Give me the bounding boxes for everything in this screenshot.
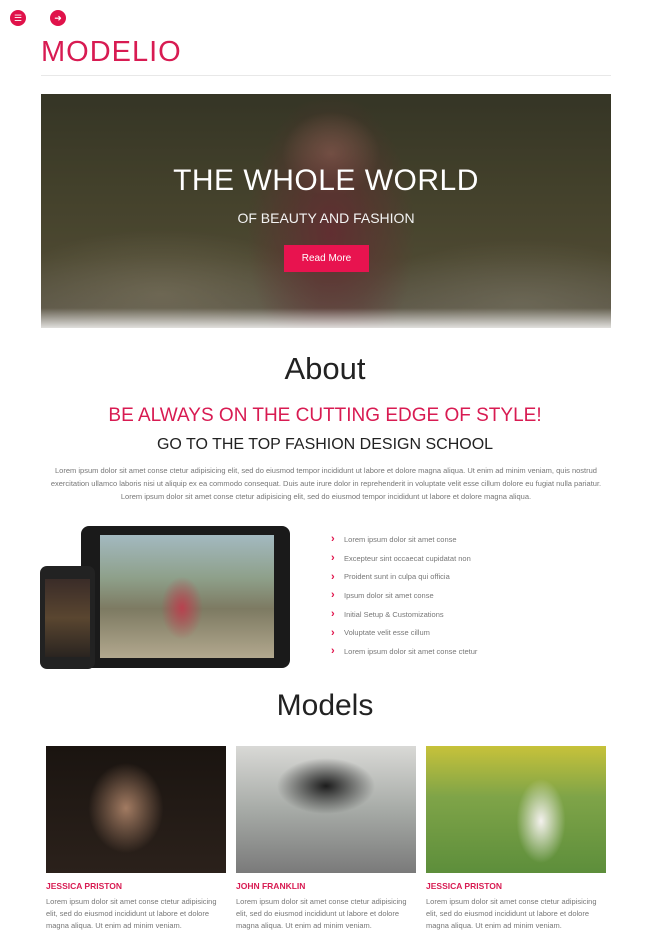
read-more-button[interactable]: Read More <box>284 245 369 272</box>
chevron-right-icon: › <box>331 626 335 639</box>
feature-item: › Ipsum dolor sit amet conse <box>331 589 434 602</box>
model-card[interactable]: JESSICA PRISTON Lorem ipsum dolor sit am… <box>426 746 606 932</box>
feature-item: › Voluptate velit esse cillum <box>331 626 430 639</box>
feature-item: › Proident sunt in culpa qui officia <box>331 570 450 583</box>
header-divider <box>41 75 611 76</box>
model-photo[interactable] <box>426 746 606 873</box>
model-name[interactable]: JOHN FRANKLIN <box>236 881 416 891</box>
model-card[interactable]: JESSICA PRISTON Lorem ipsum dolor sit am… <box>46 746 226 932</box>
about-tagline: BE ALWAYS ON THE CUTTING EDGE OF STYLE! <box>108 405 542 426</box>
feature-item: › Lorem ipsum dolor sit amet conse <box>331 533 457 546</box>
feature-list: › Lorem ipsum dolor sit amet conse › Excep… <box>331 530 477 661</box>
model-description: Lorem ipsum dolor sit amet conse ctetur … <box>46 897 217 930</box>
site-logo[interactable]: MODELIO <box>41 36 182 69</box>
chevron-right-icon: › <box>331 552 335 565</box>
model-name[interactable]: JESSICA PRISTON <box>426 881 606 891</box>
chevron-right-icon: › <box>331 645 335 658</box>
models-heading: Models <box>276 689 374 722</box>
hero-banner: THE WHOLE WORLD OF BEAUTY AND FASHION Re… <box>41 94 611 328</box>
chevron-right-icon: › <box>331 533 335 546</box>
feature-item: › Initial Setup & Customizations <box>331 608 444 621</box>
about-heading: About <box>284 351 366 386</box>
phone-image <box>40 566 95 669</box>
chevron-right-icon: › <box>331 589 335 602</box>
model-description: Lorem ipsum dolor sit amet conse ctetur … <box>236 897 407 930</box>
feature-item: › Lorem ipsum dolor sit amet conse ctetur <box>331 645 478 658</box>
devices-image <box>40 526 296 672</box>
hero-bottom-fade <box>41 308 611 328</box>
chevron-right-icon: › <box>331 570 335 583</box>
hamburger-icon[interactable]: ☰ <box>10 10 26 26</box>
about-paragraph: Lorem ipsum dolor sit amet conse ctetur … <box>50 466 602 501</box>
hero-title: THE WHOLE WORLD <box>173 164 479 197</box>
model-description: Lorem ipsum dolor sit amet conse ctetur … <box>426 897 597 930</box>
model-name[interactable]: JESSICA PRISTON <box>46 881 226 891</box>
arrow-right-icon[interactable]: ➜ <box>50 10 66 26</box>
about-subheading: GO TO THE TOP FASHION DESIGN SCHOOL <box>156 436 494 453</box>
top-icon-bar: ☰ ➜ <box>10 10 66 26</box>
model-card[interactable]: JOHN FRANKLIN Lorem ipsum dolor sit amet… <box>236 746 416 932</box>
feature-item: › Excepteur sint occaecat cupidatat non <box>331 552 471 565</box>
model-photo[interactable] <box>46 746 226 873</box>
tablet-image <box>81 526 290 668</box>
hero-subtitle: OF BEAUTY AND FASHION <box>237 210 415 226</box>
model-photo[interactable] <box>236 746 416 873</box>
chevron-right-icon: › <box>331 608 335 621</box>
